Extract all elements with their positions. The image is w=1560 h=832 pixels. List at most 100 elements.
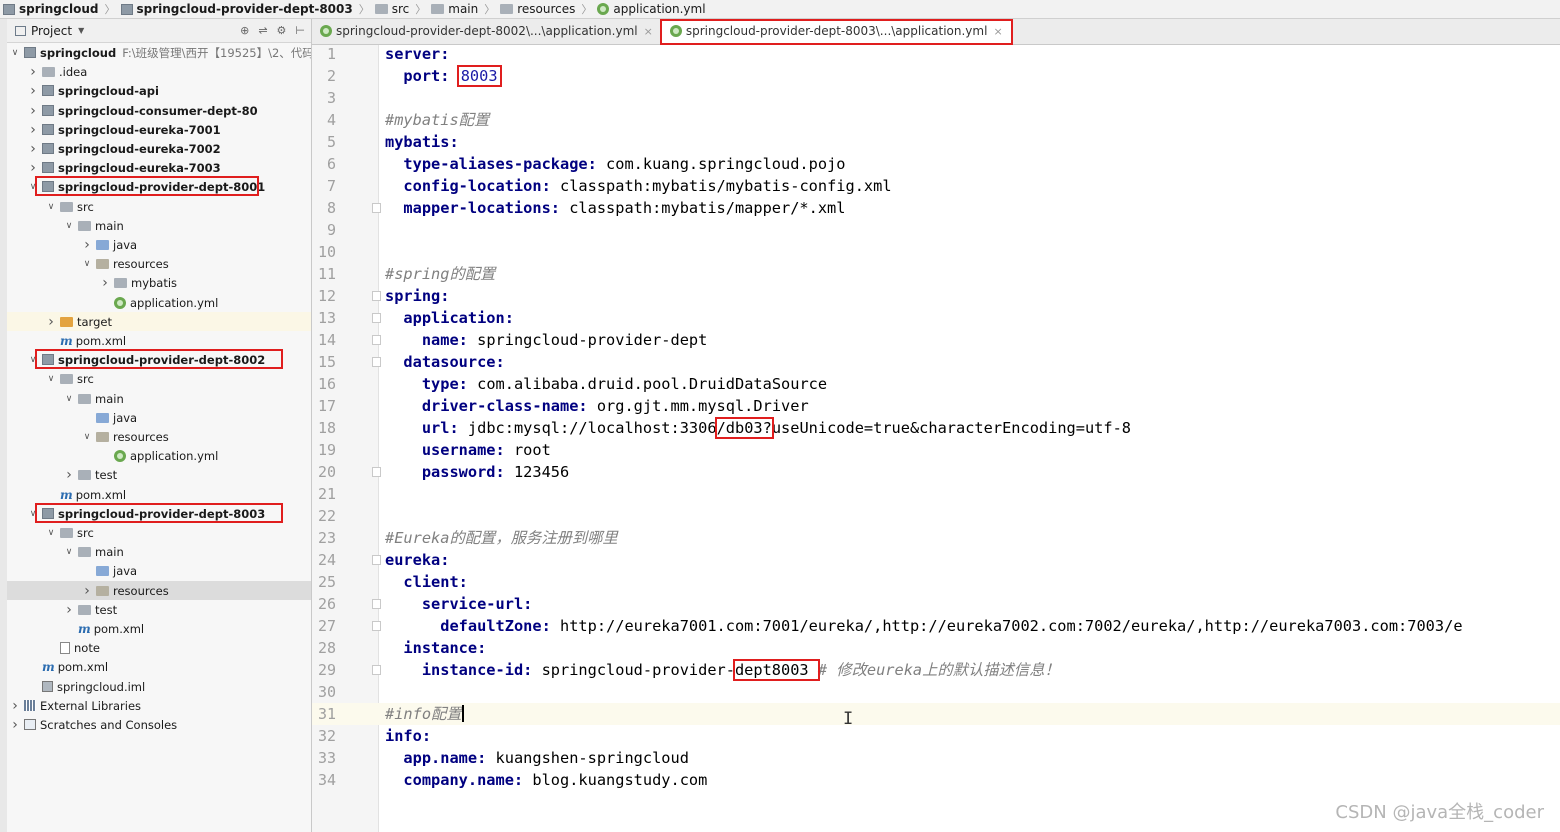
chevron-down-icon[interactable]: ∨: [45, 374, 57, 384]
fold-marker-icon[interactable]: [372, 599, 381, 609]
tree-item[interactable]: › springcloud-eureka-7003: [7, 158, 311, 177]
fold-marker-icon[interactable]: [372, 555, 381, 565]
chevron-down-icon[interactable]: ∨: [45, 528, 57, 538]
chevron-right-icon[interactable]: ›: [27, 141, 39, 157]
chevron-right-icon[interactable]: ›: [9, 717, 21, 733]
chevron-down-icon[interactable]: ∨: [27, 182, 39, 192]
tree-item[interactable]: › mybatis: [7, 273, 311, 292]
chevron-down-icon[interactable]: ∨: [27, 509, 39, 519]
tree-item[interactable]: application.yml: [7, 293, 311, 312]
tree-item[interactable]: › java: [7, 235, 311, 254]
tree-item[interactable]: m pom.xml: [7, 485, 311, 504]
breadcrumb-item[interactable]: springcloud: [0, 0, 103, 18]
line-number: 10: [317, 243, 336, 261]
tree-item[interactable]: ∨ resources: [7, 254, 311, 273]
gear-icon[interactable]: ⚙: [277, 24, 287, 37]
chevron-right-icon[interactable]: ›: [27, 83, 39, 99]
tree-item[interactable]: ∨ src: [7, 523, 311, 542]
fold-marker-icon[interactable]: [372, 357, 381, 367]
tree-item[interactable]: java: [7, 408, 311, 427]
line-number: 1: [326, 45, 336, 63]
tree-item[interactable]: note: [7, 638, 311, 657]
chevron-right-icon[interactable]: ›: [63, 467, 75, 483]
chevron-down-icon[interactable]: ∨: [63, 547, 75, 557]
hide-icon[interactable]: ⊢: [295, 24, 305, 37]
tree-item[interactable]: springcloud.iml: [7, 677, 311, 696]
tree-item[interactable]: ∨ main: [7, 389, 311, 408]
fold-marker-icon[interactable]: [372, 621, 381, 631]
tree-item[interactable]: ∨ springcloud-provider-dept-8002: [7, 350, 311, 369]
tree-item[interactable]: ∨ main: [7, 542, 311, 561]
tree-item[interactable]: ∨ springcloud-provider-dept-8001: [7, 177, 311, 196]
code-editor[interactable]: 1 server: 2 port: 8003 3 4 #mybatis配置 5 mybatis…: [312, 45, 1560, 832]
chevron-down-icon[interactable]: ∨: [45, 202, 57, 212]
code-key: company.name:: [403, 771, 524, 789]
editor-tab[interactable]: springcloud-provider-dept-8002\...\appli…: [312, 19, 662, 43]
chevron-down-icon[interactable]: ∨: [9, 48, 21, 58]
fold-marker-icon[interactable]: [372, 203, 381, 213]
chevron-right-icon[interactable]: ›: [81, 237, 93, 253]
tree-item[interactable]: application.yml: [7, 446, 311, 465]
chevron-right-icon[interactable]: ›: [63, 602, 75, 618]
chevron-down-icon[interactable]: ∨: [81, 432, 93, 442]
tree-item[interactable]: m pom.xml: [7, 619, 311, 638]
tree-item[interactable]: › External Libraries: [7, 696, 311, 715]
tree-item[interactable]: ∨ springcloud F:\班级管理\西开【19525】\2、代码\sp: [7, 43, 311, 62]
code-text: type: com.alibaba.druid.pool.DruidDataSo…: [385, 373, 827, 395]
breadcrumb-item[interactable]: resources: [497, 0, 579, 18]
tree-item[interactable]: m pom.xml: [7, 331, 311, 350]
tree-item[interactable]: ∨ src: [7, 197, 311, 216]
breadcrumb-item[interactable]: src: [372, 0, 414, 18]
fold-marker-icon[interactable]: [372, 313, 381, 323]
chevron-down-icon[interactable]: ∨: [81, 259, 93, 269]
tree-item[interactable]: › .idea: [7, 62, 311, 81]
editor-tab[interactable]: springcloud-provider-dept-8003\...\appli…: [659, 19, 1013, 45]
tree-item[interactable]: ∨ resources: [7, 427, 311, 446]
editor-tabs: springcloud-provider-dept-8002\...\appli…: [312, 19, 1560, 45]
chevron-down-icon[interactable]: ∨: [63, 221, 75, 231]
tree-item-label: Scratches and Consoles: [40, 717, 178, 732]
tree-item[interactable]: ∨ springcloud-provider-dept-8003: [7, 504, 311, 523]
chevron-right-icon[interactable]: ›: [99, 275, 111, 291]
tree-item[interactable]: › resources: [7, 581, 311, 600]
chevron-down-icon[interactable]: ∨: [27, 355, 39, 365]
code-line: 32 info:: [312, 725, 1560, 747]
breadcrumb-item[interactable]: application.yml: [594, 0, 709, 18]
locate-icon[interactable]: ⊕: [240, 24, 249, 37]
tree-item[interactable]: › target: [7, 312, 311, 331]
tree-item[interactable]: › test: [7, 465, 311, 484]
code-line: 12 spring:: [312, 285, 1560, 307]
breadcrumb-item[interactable]: main: [428, 0, 482, 18]
fold-marker-icon[interactable]: [372, 467, 381, 477]
code-key: driver-class-name:: [421, 397, 588, 415]
fold-marker-icon[interactable]: [372, 665, 381, 675]
fold-marker-icon[interactable]: [372, 335, 381, 345]
close-icon[interactable]: ×: [644, 25, 653, 38]
tree-item[interactable]: › springcloud-eureka-7001: [7, 120, 311, 139]
chevron-right-icon[interactable]: ›: [27, 160, 39, 176]
chevron-right-icon[interactable]: ›: [27, 64, 39, 80]
tree-item[interactable]: m pom.xml: [7, 657, 311, 676]
fold-marker-icon[interactable]: [372, 291, 381, 301]
collapse-all-icon[interactable]: ⇌: [258, 24, 267, 37]
code-line: 26 service-url:: [312, 593, 1560, 615]
breadcrumb-item[interactable]: springcloud-provider-dept-8003: [118, 0, 357, 18]
tree-item[interactable]: › Scratches and Consoles: [7, 715, 311, 734]
tree-item[interactable]: › springcloud-eureka-7002: [7, 139, 311, 158]
chevron-right-icon[interactable]: ›: [81, 583, 93, 599]
tree-item[interactable]: java: [7, 561, 311, 580]
chevron-right-icon[interactable]: ›: [9, 698, 21, 714]
tree-item[interactable]: › springcloud-api: [7, 81, 311, 100]
tree-item[interactable]: › springcloud-consumer-dept-80: [7, 101, 311, 120]
chevron-right-icon[interactable]: ›: [45, 314, 57, 330]
project-view-selector[interactable]: Project ▼: [7, 24, 84, 38]
chevron-right-icon[interactable]: ›: [27, 122, 39, 138]
tree-item[interactable]: ∨ main: [7, 216, 311, 235]
chevron-down-icon[interactable]: ∨: [63, 394, 75, 404]
note-file-icon: [60, 641, 70, 654]
tree-item[interactable]: › test: [7, 600, 311, 619]
tree-item[interactable]: ∨ src: [7, 369, 311, 388]
chevron-right-icon[interactable]: ›: [27, 103, 39, 119]
code-value: [385, 331, 422, 349]
close-icon[interactable]: ×: [993, 25, 1002, 38]
